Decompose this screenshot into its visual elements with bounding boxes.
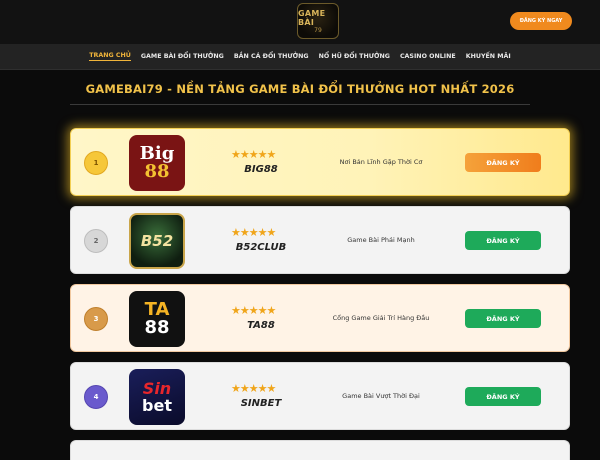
sinbet-logo[interactable]: Sin bet (129, 369, 185, 425)
ta88-logo[interactable]: TA 88 (129, 291, 185, 347)
brand-tagline: Cổng Game Giải Trí Hàng Đầu (332, 314, 430, 322)
register-now-button[interactable]: ĐĂNG KÝ NGAY (510, 12, 572, 30)
rating-stars: ★★★★★ (231, 226, 276, 239)
b52club-logo[interactable]: B52 (129, 213, 185, 269)
nav-item-promotions[interactable]: KHUYẾN MÃI (466, 53, 511, 60)
ranking-card-next (70, 440, 570, 460)
nav-item-fish-shooting[interactable]: BẮN CÁ ĐỔI THƯỞNG (234, 53, 309, 60)
title-divider (70, 104, 530, 105)
ranking-card-b52club: 2 B52 ★★★★★ B52CLUB Game Bài Phái Mạnh Đ… (70, 206, 570, 274)
logo-line-2: 88 (144, 161, 170, 182)
nav-item-card-games[interactable]: GAME BÀI ĐỔI THƯỞNG (141, 53, 224, 60)
logo-subtext: 79 (314, 26, 322, 34)
big88-logo[interactable]: Big 88 (129, 135, 185, 191)
rating-stars: ★★★★★ (231, 304, 276, 317)
brand-name: SINBET (240, 398, 282, 409)
brand-tagline: Game Bài Phái Mạnh (347, 236, 415, 244)
rank-badge: 4 (84, 385, 108, 409)
logo-line-1: B52 (140, 232, 174, 250)
nav-item-home[interactable]: TRANG CHỦ (89, 52, 131, 61)
site-logo[interactable]: GAME BÀI 79 (297, 3, 339, 39)
register-button[interactable]: ĐĂNG KÝ (465, 153, 541, 172)
rating-stars: ★★★★★ (231, 148, 276, 161)
ranking-card-big88: 1 Big 88 ★★★★★ BIG88 Nơi Bản Lĩnh Gặp Th… (70, 128, 570, 196)
nav-item-slots[interactable]: NỔ HŨ ĐỔI THƯỞNG (319, 53, 390, 60)
brand-tagline: Nơi Bản Lĩnh Gặp Thời Cơ (339, 158, 423, 166)
logo-line-2: bet (142, 396, 172, 415)
main-nav: TRANG CHỦ GAME BÀI ĐỔI THƯỞNG BẮN CÁ ĐỔI… (0, 44, 600, 70)
register-button[interactable]: ĐĂNG KÝ (465, 309, 541, 328)
brand-name: B52CLUB (235, 242, 287, 253)
register-button[interactable]: ĐĂNG KÝ (465, 231, 541, 250)
rating-stars: ★★★★★ (231, 382, 276, 395)
ranking-card-sinbet: 4 Sin bet ★★★★★ SINBET Game Bài Vượt Thờ… (70, 362, 570, 430)
logo-text: GAME BÀI (298, 8, 326, 27)
nav-item-casino[interactable]: CASINO ONLINE (400, 53, 456, 60)
rank-badge: 1 (84, 151, 108, 175)
register-button[interactable]: ĐĂNG KÝ (465, 387, 541, 406)
brand-name: TA88 (247, 320, 275, 331)
logo-line-2: 88 (144, 317, 170, 338)
page-title: GAMEBAI79 - NỀN TẢNG GAME BÀI ĐỔI THƯỞNG… (85, 82, 515, 96)
logo-line-1: Sin (142, 379, 172, 398)
rank-badge: 3 (84, 307, 108, 331)
brand-name: BIG88 (244, 164, 278, 175)
brand-tagline: Game Bài Vượt Thời Đại (342, 392, 420, 400)
rank-badge: 2 (84, 229, 108, 253)
ranking-card-ta88: 3 TA 88 ★★★★★ TA88 Cổng Game Giải Trí Hà… (70, 284, 570, 352)
top-bar: GAME BÀI 79 ĐĂNG KÝ NGAY (0, 0, 600, 44)
